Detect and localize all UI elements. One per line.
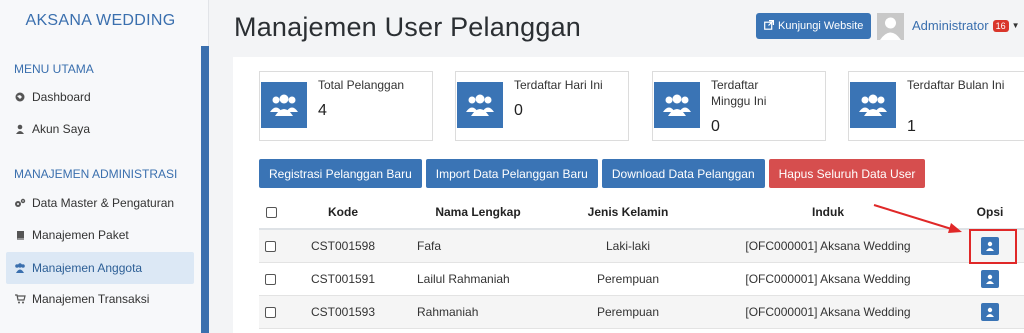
annotation-arrow xyxy=(873,204,959,232)
annotation-overlay xyxy=(873,204,962,233)
highlight-box xyxy=(969,229,1017,264)
annotation-arrowhead xyxy=(948,223,962,233)
